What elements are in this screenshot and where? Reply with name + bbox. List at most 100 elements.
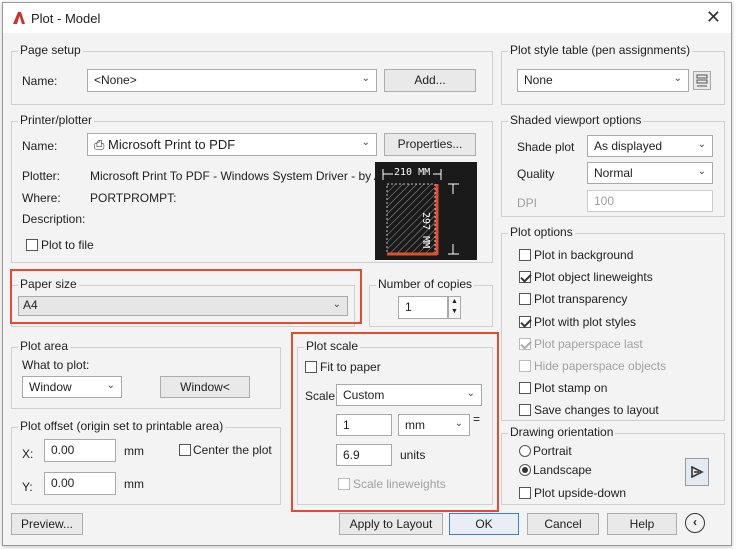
offset-y-input[interactable]: 0.00: [44, 472, 116, 495]
printer-name-label: Name:: [22, 139, 58, 153]
what-to-plot-label: What to plot:: [22, 358, 90, 372]
window-title: Plot - Model: [31, 11, 101, 26]
paper-preview: 210 MM 297 MM: [375, 162, 477, 260]
plot-area-label: Plot area: [18, 339, 71, 353]
chevron-down-icon: ⌄: [361, 137, 370, 148]
printer-name-value: Microsoft Print to PDF: [108, 137, 236, 152]
upside-down-checkbox[interactable]: [519, 487, 531, 499]
title-bar: Plot - Model ✕: [3, 3, 731, 33]
plot-style-dropdown[interactable]: None ⌄: [517, 69, 689, 92]
plot-options-group: Plot options Plot in background Plot obje…: [501, 225, 725, 421]
preview-height-label: 297 MM: [420, 212, 431, 249]
plot-option-label: Plot with plot styles: [534, 314, 637, 329]
dpi-label: DPI: [517, 196, 538, 210]
upside-down-label: Plot upside-down: [534, 486, 627, 500]
page-setup-name-dropdown[interactable]: <None> ⌄: [87, 69, 377, 92]
where-value: PORTPROMPT:: [90, 191, 177, 205]
copies-spinner[interactable]: ▲ ▼: [448, 296, 461, 319]
copies-input[interactable]: 1: [398, 296, 448, 319]
quality-label: Quality: [517, 167, 555, 181]
shade-plot-value: As displayed: [594, 139, 663, 153]
plot-option-label: Plot transparency: [534, 292, 628, 307]
preview-width-label: 210 MM: [394, 167, 431, 178]
plot-option-checkbox[interactable]: [519, 360, 531, 372]
plot-option-checkbox[interactable]: [519, 337, 531, 350]
landscape-radio[interactable]: [519, 464, 531, 476]
spinner-down-icon[interactable]: ▼: [449, 307, 460, 317]
preview-button[interactable]: Preview...: [11, 513, 83, 535]
copies-group: Number of copies 1 ▲ ▼: [369, 277, 493, 327]
plot-dialog: Plot - Model ✕ Page setup Name: <None> ⌄…: [2, 2, 732, 546]
plot-option-label: Plot object lineweights: [534, 270, 653, 285]
page-setup-label: Page setup: [18, 43, 83, 57]
description-label: Description:: [22, 212, 86, 226]
printer-icon: ⎙: [94, 137, 105, 152]
landscape-label: Landscape: [533, 463, 592, 477]
chevron-down-icon: ⌄: [697, 166, 706, 177]
landscape-preview-icon: [685, 458, 709, 486]
window-pick-button[interactable]: Window<: [160, 376, 250, 398]
plot-option-checkbox[interactable]: [519, 293, 531, 306]
edit-plot-style-icon[interactable]: [693, 71, 711, 90]
plot-option-checkbox[interactable]: [519, 271, 531, 284]
collapse-options-icon[interactable]: ‹: [685, 513, 705, 533]
dpi-input[interactable]: 100: [587, 190, 713, 212]
plot-to-file-label: Plot to file: [41, 238, 94, 252]
offset-x-unit: mm: [124, 444, 144, 458]
offset-y-label: Y:: [22, 480, 33, 494]
plotter-label: Plotter:: [22, 169, 61, 183]
properties-button[interactable]: Properties...: [384, 133, 476, 156]
printer-name-dropdown[interactable]: ⎙ Microsoft Print to PDF ⌄: [87, 133, 377, 156]
copies-label: Number of copies: [376, 277, 475, 291]
shade-plot-label: Shade plot: [517, 140, 575, 154]
page-setup-name-value: <None>: [94, 73, 137, 87]
center-plot-checkbox[interactable]: [179, 444, 191, 456]
close-icon[interactable]: ✕: [706, 7, 721, 27]
plot-offset-label: Plot offset (origin set to printable are…: [18, 419, 226, 433]
plot-option-checkbox[interactable]: [519, 404, 531, 417]
help-button[interactable]: Help: [607, 513, 677, 535]
plot-scale-highlight: [291, 332, 499, 512]
plot-style-value: None: [524, 73, 553, 87]
chevron-down-icon: ⌄: [361, 73, 370, 84]
cancel-button[interactable]: Cancel: [527, 513, 599, 535]
chevron-down-icon: ⌄: [673, 73, 682, 84]
what-to-plot-dropdown[interactable]: Window ⌄: [22, 376, 122, 398]
copies-value: 1: [405, 300, 412, 314]
center-plot-label: Center the plot: [193, 443, 272, 457]
shade-plot-dropdown[interactable]: As displayed ⌄: [587, 135, 713, 157]
ok-button[interactable]: OK: [449, 513, 519, 535]
plotter-value: Microsoft Print To PDF - Windows System …: [90, 169, 399, 183]
portrait-label: Portrait: [533, 444, 572, 458]
offset-x-input[interactable]: 0.00: [44, 439, 116, 462]
plot-option-label: Save changes to layout: [534, 403, 659, 418]
plot-to-file-checkbox[interactable]: [26, 239, 38, 251]
printer-label: Printer/plotter: [18, 113, 95, 127]
portrait-radio[interactable]: [519, 445, 531, 457]
paper-size-highlight: [10, 269, 362, 324]
offset-y-unit: mm: [124, 477, 144, 491]
plot-option-checkbox[interactable]: [519, 249, 531, 261]
orientation-group: Drawing orientation Portrait Landscape P…: [501, 425, 725, 505]
plot-option-checkbox[interactable]: [519, 382, 531, 395]
chevron-down-icon: ⌄: [106, 380, 115, 391]
quality-dropdown[interactable]: Normal ⌄: [587, 162, 713, 184]
plot-option-checkbox[interactable]: [519, 315, 531, 328]
plot-option-label: Plot in background: [534, 248, 634, 262]
add-button[interactable]: Add...: [384, 69, 476, 92]
dpi-value: 100: [594, 194, 615, 208]
plot-option-label: Plot paperspace last: [534, 336, 643, 351]
printer-group: Printer/plotter Name: ⎙ Microsoft Print …: [11, 113, 493, 263]
plot-options-label: Plot options: [508, 225, 575, 239]
chevron-down-icon: ⌄: [697, 139, 706, 150]
plot-option-label: Hide paperspace objects: [534, 359, 667, 373]
plot-style-group: Plot style table (pen assignments) None …: [501, 43, 725, 105]
shaded-viewport-group: Shaded viewport options Shade plot As di…: [501, 113, 725, 217]
autocad-logo-icon: [13, 12, 25, 24]
what-to-plot-value: Window: [29, 380, 72, 394]
where-label: Where:: [22, 191, 61, 205]
apply-to-layout-button[interactable]: Apply to Layout: [339, 513, 443, 535]
orientation-label: Drawing orientation: [508, 425, 616, 439]
spinner-up-icon[interactable]: ▲: [449, 297, 460, 307]
offset-x-value: 0.00: [51, 443, 75, 457]
